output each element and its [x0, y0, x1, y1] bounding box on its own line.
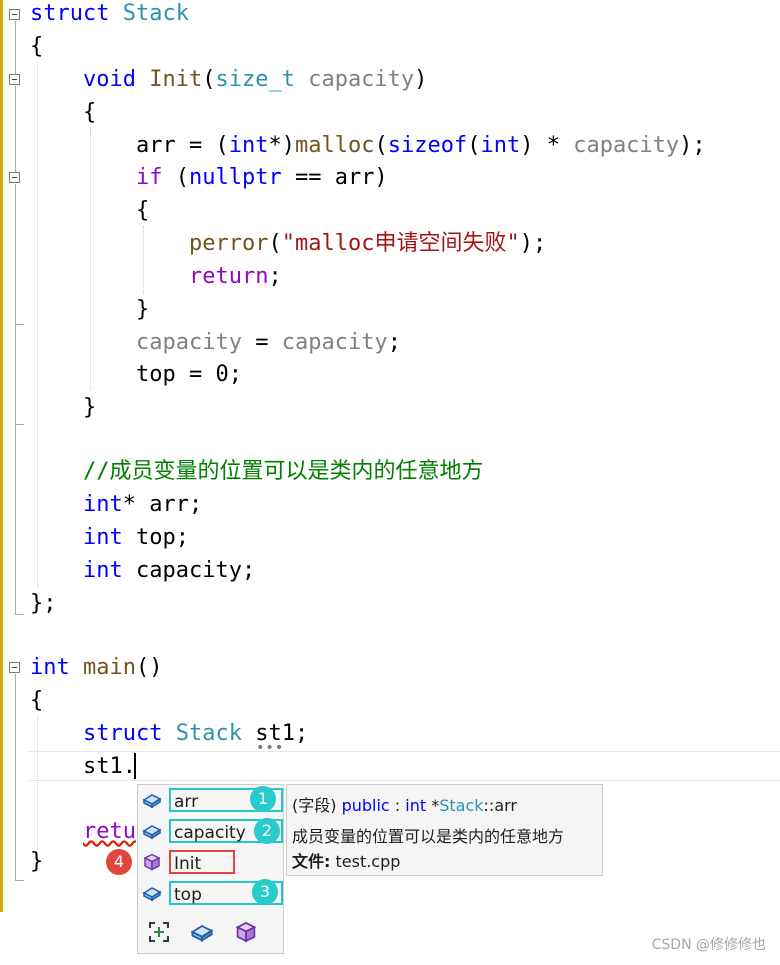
completion-item-init[interactable]: Init: [138, 848, 283, 876]
collapse-init-icon[interactable]: [9, 74, 20, 85]
code-line-7: {: [136, 198, 150, 223]
field-icon: [142, 825, 162, 840]
code-line-15: //成员变量的位置可以是类内的任意地方: [83, 459, 484, 484]
code-line-17: int top;: [83, 525, 189, 550]
indent-guide: [37, 716, 38, 849]
outline-line: [15, 86, 16, 172]
annotation-badge-2: 2: [254, 818, 280, 844]
code-line-25: retu: [83, 819, 136, 844]
outline-line: [15, 184, 16, 324]
code-line-5: arr = (int*)malloc(sizeof(int) * capacit…: [136, 133, 706, 158]
code-line-16: int* arr;: [83, 492, 203, 517]
tooltip-signature: (字段) public : int *Stack::arr: [292, 796, 517, 815]
completion-label: Init: [169, 850, 235, 874]
code-line-12: top = 0;: [136, 362, 242, 387]
indent-guide: [143, 226, 144, 294]
code-line-1: struct Stack: [30, 1, 189, 26]
collapse-main-icon[interactable]: [9, 662, 20, 673]
code-line-26: }: [30, 849, 44, 874]
annotation-badge-1: 1: [250, 786, 276, 812]
field-icon: [142, 887, 162, 902]
outline-line: [15, 674, 16, 880]
code-line-19: };: [30, 591, 57, 616]
outline-line: [15, 614, 24, 615]
code-line-22: {: [30, 688, 44, 713]
code-line-18: int capacity;: [83, 558, 256, 583]
outline-line: [15, 424, 24, 425]
tooltip-description: 成员变量的位置可以是类内的任意地方: [292, 827, 565, 846]
method-filter-icon[interactable]: [234, 920, 258, 944]
indent-guide: [90, 128, 91, 390]
code-line-9: return;: [189, 264, 282, 289]
code-line-3: void Init(size_t capacity): [83, 67, 428, 92]
outline-line: [15, 324, 24, 325]
outline-line: [15, 880, 24, 881]
indent-guide: [37, 62, 38, 587]
suggestion-dots: •••: [256, 740, 285, 756]
quick-info-tooltip: (字段) public : int *Stack::arr 成员变量的位置可以是…: [286, 784, 603, 876]
code-line-21: int main(): [30, 655, 163, 680]
text-caret: [134, 753, 136, 779]
code-line-8: perror("malloc申请空间失败");: [189, 231, 547, 256]
outline-line: [15, 424, 16, 614]
field-filter-icon[interactable]: [190, 920, 214, 944]
annotation-badge-3: 3: [252, 879, 278, 905]
code-line-4: {: [83, 100, 97, 125]
field-icon: [142, 794, 162, 809]
current-line-highlight: [28, 751, 780, 781]
code-line-24[interactable]: st1.: [83, 753, 136, 781]
collapse-struct-icon[interactable]: [9, 9, 20, 20]
collapse-if-icon[interactable]: [9, 172, 20, 183]
outline-line: [15, 21, 16, 74]
outline-line: [15, 324, 16, 424]
expand-filter-icon[interactable]: [147, 920, 171, 944]
code-line-10: }: [136, 297, 150, 322]
annotation-badge-4: 4: [106, 849, 132, 875]
code-line-13: }: [83, 395, 97, 420]
change-indicator-bar: [0, 0, 3, 912]
code-line-2: {: [30, 34, 44, 59]
code-line-11: capacity = capacity;: [136, 330, 401, 355]
code-line-6: if (nullptr == arr): [136, 165, 388, 190]
watermark: CSDN @修修修也: [651, 937, 766, 953]
tooltip-file: 文件: test.cpp: [292, 852, 401, 871]
method-icon: [143, 853, 161, 871]
